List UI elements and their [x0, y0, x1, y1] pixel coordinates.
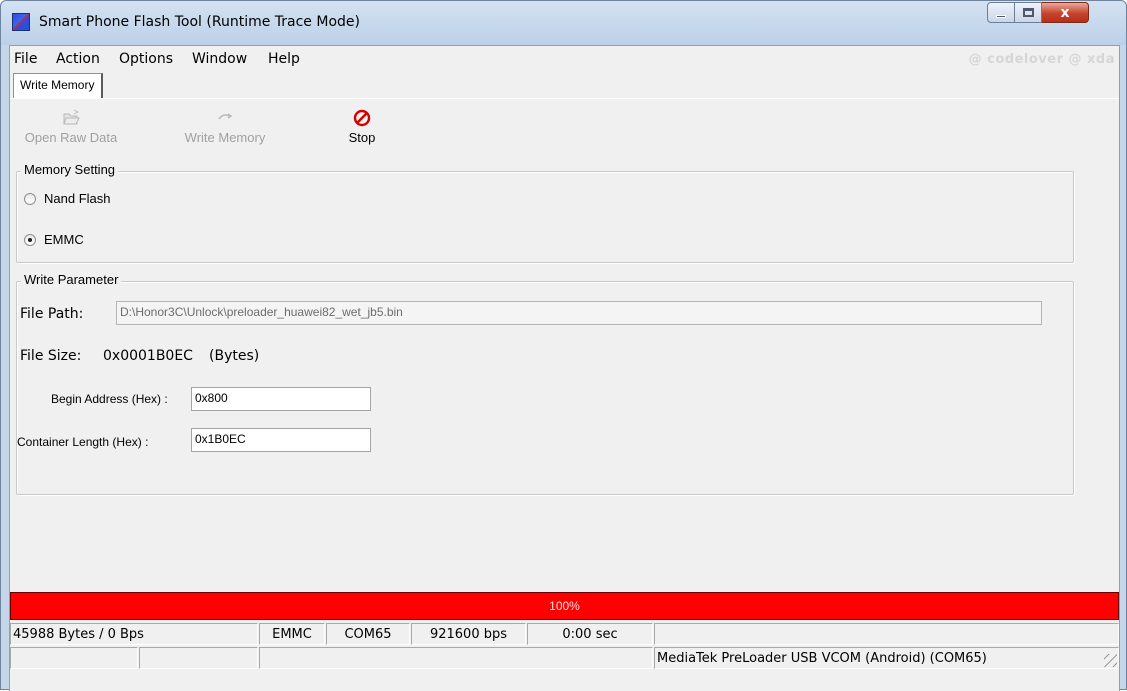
- file-size-value: 0x0001B0EC: [103, 348, 193, 364]
- radio-button-checked[interactable]: [24, 233, 36, 246]
- file-size-label: File Size:: [20, 348, 82, 364]
- app-window: Smart Phone Flash Tool (Runtime Trace Mo…: [0, 0, 1127, 691]
- open-raw-data-label: Open Raw Data: [24, 130, 118, 145]
- radio-emmc[interactable]: EMMC: [24, 232, 84, 247]
- tab-write-memory[interactable]: Write Memory: [13, 73, 104, 98]
- radio-button[interactable]: [24, 192, 36, 205]
- stop-icon: [353, 109, 371, 127]
- watermark: @ codelover @ xda: [968, 52, 1115, 67]
- status-empty: [654, 623, 1119, 645]
- status-cell-blank-1: [10, 647, 138, 669]
- progress-bar: 100%: [10, 592, 1119, 620]
- container-length-label: Container Length (Hex) :: [17, 435, 149, 449]
- stop-button[interactable]: Stop: [340, 108, 384, 145]
- progress-text: 100%: [549, 599, 580, 613]
- stop-label: Stop: [348, 130, 376, 145]
- status-storage-type: EMMC: [259, 623, 325, 645]
- file-path-label: File Path:: [20, 306, 84, 322]
- menu-action[interactable]: Action: [56, 51, 100, 67]
- app-icon: [12, 13, 30, 31]
- resize-grip-icon[interactable]: [1104, 654, 1117, 667]
- radio-label-emmc: EMMC: [44, 232, 84, 247]
- folder-open-icon: [63, 109, 80, 125]
- begin-address-label: Begin Address (Hex) :: [51, 392, 168, 406]
- status-bar-1: 45988 Bytes / 0 Bps EMMC COM65 921600 bp…: [10, 623, 1119, 645]
- maximize-button[interactable]: [1015, 2, 1042, 23]
- window-title: Smart Phone Flash Tool (Runtime Trace Mo…: [39, 14, 360, 30]
- open-raw-data-button[interactable]: Open Raw Data: [15, 108, 127, 145]
- status-device-name: MediaTek PreLoader USB VCOM (Android) (C…: [654, 647, 1119, 669]
- write-memory-label: Write Memory: [184, 130, 266, 145]
- menu-window[interactable]: Window: [192, 51, 247, 67]
- status-bar-2: MediaTek PreLoader USB VCOM (Android) (C…: [10, 647, 1119, 669]
- menu-file[interactable]: File: [14, 51, 37, 67]
- memory-setting-group: [16, 171, 1074, 263]
- client-area: File Action Options Window Help @ codelo…: [9, 45, 1120, 691]
- file-size-unit: (Bytes): [209, 348, 260, 364]
- radio-nand-flash[interactable]: Nand Flash: [24, 191, 110, 206]
- status-cell-blank-2: [139, 647, 258, 669]
- close-button[interactable]: x: [1042, 2, 1089, 23]
- file-path-field[interactable]: D:\Honor3C\Unlock\preloader_huawei82_wet…: [116, 301, 1042, 325]
- close-icon: x: [1060, 4, 1070, 21]
- write-arrow-icon: [218, 113, 233, 120]
- menu-bar: File Action Options Window Help @ codelo…: [10, 48, 1119, 70]
- status-com-port: COM65: [326, 623, 410, 645]
- status-cell-blank-3: [259, 647, 653, 669]
- title-bar[interactable]: Smart Phone Flash Tool (Runtime Trace Mo…: [1, 1, 1126, 45]
- memory-setting-legend: Memory Setting: [21, 162, 119, 177]
- maximize-icon: [1022, 8, 1034, 17]
- container-length-input[interactable]: 0x1B0EC: [191, 428, 371, 452]
- status-transfer-rate: 45988 Bytes / 0 Bps: [10, 623, 258, 645]
- status-baud-rate: 921600 bps: [411, 623, 526, 645]
- tab-divider: [10, 98, 1119, 99]
- minimize-button[interactable]: [987, 2, 1015, 23]
- menu-options[interactable]: Options: [119, 51, 173, 67]
- write-memory-button[interactable]: Write Memory: [175, 108, 275, 145]
- write-parameter-legend: Write Parameter: [21, 272, 122, 287]
- begin-address-input[interactable]: 0x800: [191, 387, 371, 411]
- minimize-icon: [996, 14, 1006, 18]
- radio-label-nand-flash: Nand Flash: [44, 191, 111, 206]
- menu-help[interactable]: Help: [268, 51, 300, 67]
- status-elapsed-time: 0:00 sec: [527, 623, 653, 645]
